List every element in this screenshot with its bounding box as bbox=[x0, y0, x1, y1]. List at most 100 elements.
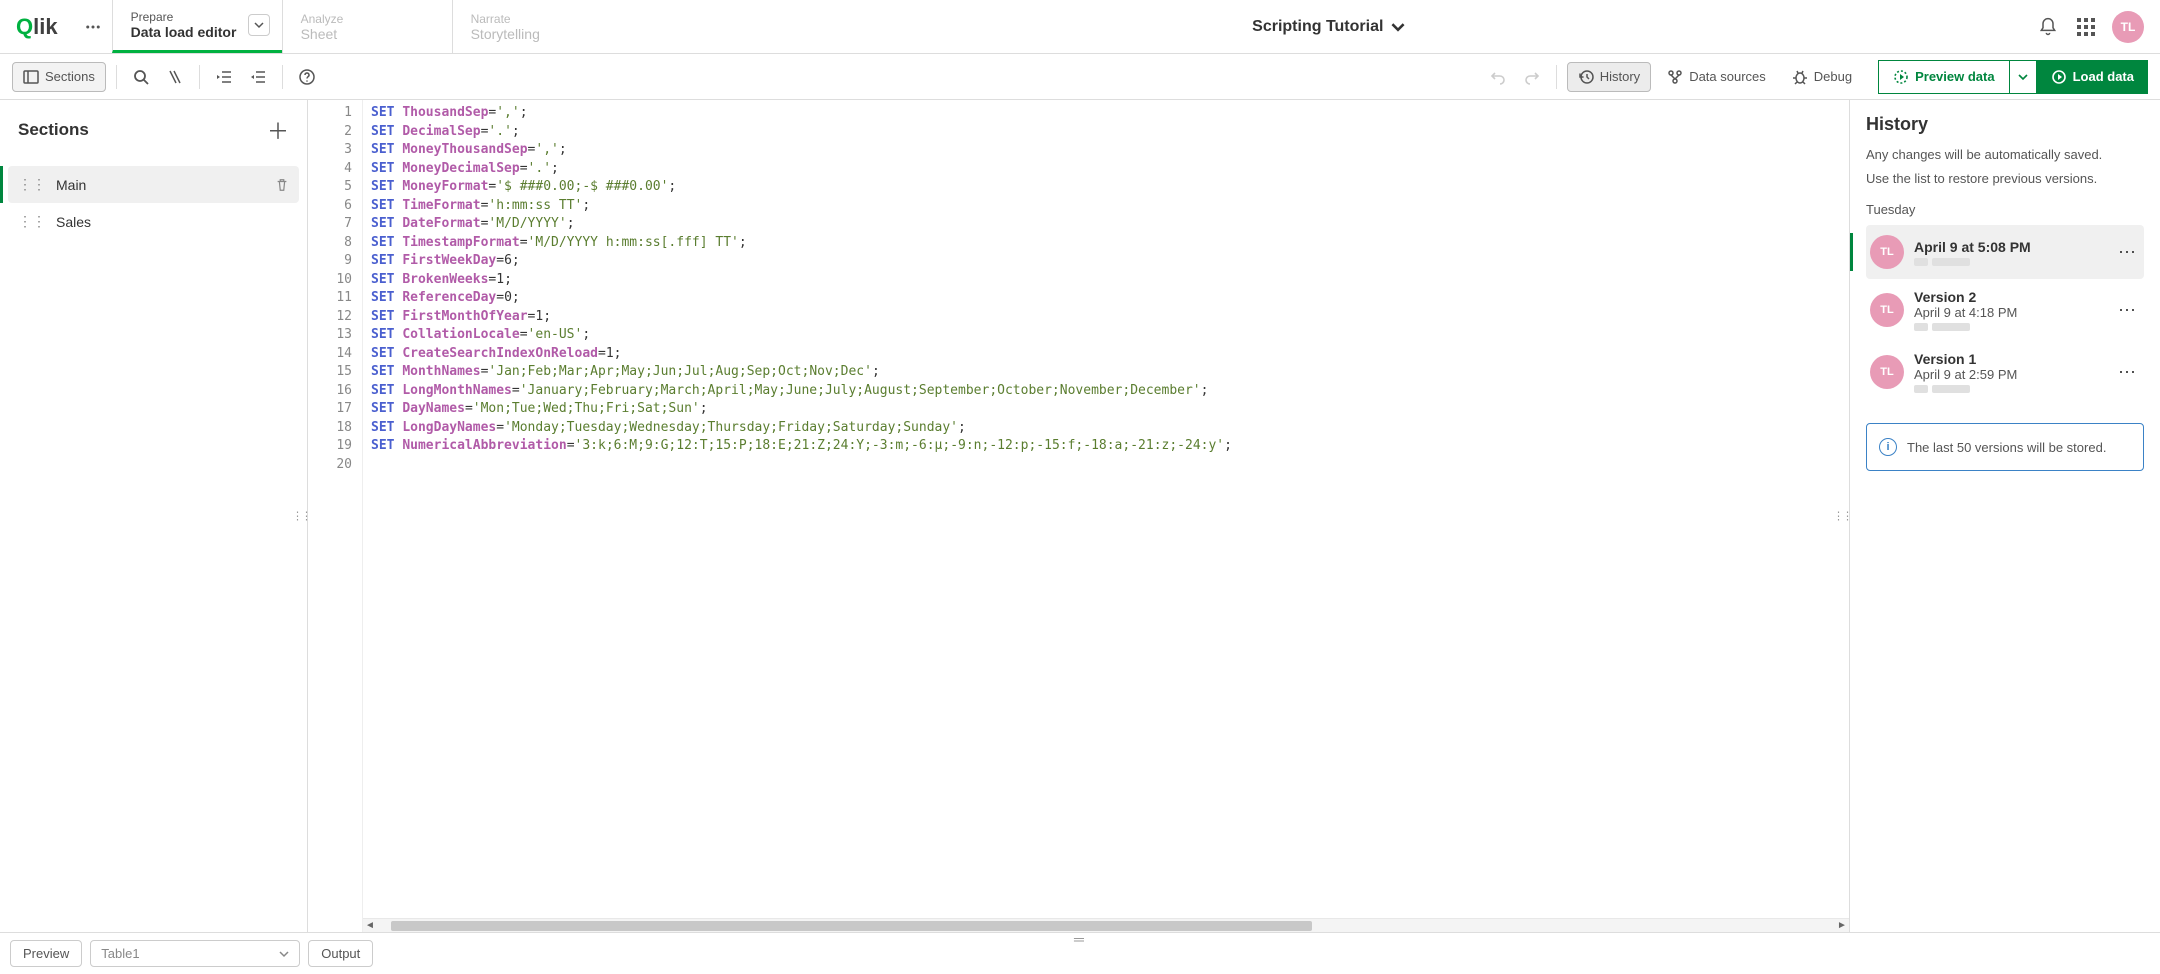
history-desc2: Use the list to restore previous version… bbox=[1866, 169, 2144, 189]
version-more-button[interactable]: ⋯ bbox=[2114, 242, 2140, 263]
undo-button[interactable] bbox=[1484, 63, 1512, 91]
load-data-label: Load data bbox=[2073, 69, 2134, 84]
scroll-right-icon[interactable]: ► bbox=[1835, 919, 1849, 933]
grip-icon[interactable]: ⋮⋮ bbox=[18, 176, 46, 193]
version-title: Version 2 bbox=[1914, 289, 2104, 305]
app-menu-button[interactable] bbox=[74, 0, 112, 53]
sections-toggle[interactable]: Sections bbox=[12, 62, 106, 92]
help-button[interactable] bbox=[293, 63, 321, 91]
app-launcher-button[interactable] bbox=[2074, 15, 2098, 39]
chevron-down-icon bbox=[1391, 20, 1405, 34]
version-time: April 9 at 4:18 PM bbox=[1914, 305, 2104, 320]
grid-icon bbox=[2077, 18, 2095, 36]
outdent-icon bbox=[250, 69, 266, 85]
nav-analyze-sub: Sheet bbox=[301, 26, 434, 42]
horizontal-scrollbar[interactable]: ◄ ► bbox=[363, 918, 1849, 932]
nav-prepare-label: Prepare bbox=[131, 10, 264, 24]
bottombar: ═ Preview Table1 Output bbox=[0, 932, 2160, 974]
version-title: April 9 at 5:08 PM bbox=[1914, 239, 2104, 255]
version-time: April 9 at 2:59 PM bbox=[1914, 367, 2104, 382]
chevron-down-icon bbox=[2018, 72, 2028, 82]
code-editor[interactable]: 1234567891011121314151617181920 SET Thou… bbox=[308, 100, 1850, 932]
resize-handle-horizontal[interactable]: ═ bbox=[1074, 931, 1086, 947]
preview-data-button[interactable]: Preview data bbox=[1878, 60, 2010, 94]
divider bbox=[199, 65, 200, 89]
grip-icon[interactable]: ⋮⋮ bbox=[18, 213, 46, 230]
avatar: TL bbox=[1870, 293, 1904, 327]
avatar: TL bbox=[1870, 355, 1904, 389]
indent-button[interactable] bbox=[210, 63, 238, 91]
resize-handle[interactable]: ⋮⋮ bbox=[1833, 510, 1850, 523]
version-item[interactable]: TL Version 1April 9 at 2:59 PM ⋯ bbox=[1866, 341, 2144, 403]
history-day: Tuesday bbox=[1866, 202, 2144, 217]
sidebar-title: Sections bbox=[18, 120, 89, 140]
redo-button[interactable] bbox=[1518, 63, 1546, 91]
main: Sections ＋ ⋮⋮ Main ⋮⋮ Sales ⋮⋮ 123456789101… bbox=[0, 100, 2160, 932]
version-more-button[interactable]: ⋯ bbox=[2114, 300, 2140, 321]
play-icon bbox=[2051, 69, 2067, 85]
user-avatar[interactable]: TL bbox=[2112, 11, 2144, 43]
app-title-text: Scripting Tutorial bbox=[1252, 18, 1383, 36]
version-item[interactable]: TL April 9 at 5:08 PM ⋯ bbox=[1866, 225, 2144, 279]
scroll-left-icon[interactable]: ◄ bbox=[363, 919, 377, 933]
history-info-text: The last 50 versions will be stored. bbox=[1907, 440, 2106, 455]
bug-icon bbox=[1792, 69, 1808, 85]
nav-prepare[interactable]: Prepare Data load editor bbox=[112, 0, 282, 53]
table-select-value: Table1 bbox=[101, 946, 139, 961]
topbar: Qlik Prepare Data load editor Analyze Sh… bbox=[0, 0, 2160, 54]
nav-analyze-label: Analyze bbox=[301, 12, 434, 26]
history-button[interactable]: History bbox=[1567, 62, 1651, 92]
nav-narrate-label: Narrate bbox=[471, 12, 604, 26]
comment-toggle-button[interactable] bbox=[161, 63, 189, 91]
app-title[interactable]: Scripting Tutorial bbox=[622, 0, 2036, 53]
version-title: Version 1 bbox=[1914, 351, 2104, 367]
section-item[interactable]: ⋮⋮ Sales bbox=[8, 203, 299, 240]
outdent-button[interactable] bbox=[244, 63, 272, 91]
scroll-thumb[interactable] bbox=[391, 921, 1312, 931]
load-data-button[interactable]: Load data bbox=[2037, 60, 2148, 94]
history-info-box: i The last 50 versions will be stored. bbox=[1866, 423, 2144, 471]
panel-icon bbox=[23, 69, 39, 85]
search-icon bbox=[133, 69, 149, 85]
redo-icon bbox=[1524, 69, 1540, 85]
table-select[interactable]: Table1 bbox=[90, 940, 300, 967]
add-section-button[interactable]: ＋ bbox=[267, 114, 289, 146]
info-icon: i bbox=[1879, 438, 1897, 456]
data-sources-button[interactable]: Data sources bbox=[1657, 63, 1776, 91]
sections-label: Sections bbox=[45, 69, 95, 84]
undo-icon bbox=[1490, 69, 1506, 85]
divider bbox=[282, 65, 283, 89]
avatar: TL bbox=[1870, 235, 1904, 269]
preview-data-chevron[interactable] bbox=[2010, 60, 2037, 94]
sections-sidebar: Sections ＋ ⋮⋮Main⋮⋮Sales ⋮⋮ bbox=[0, 100, 308, 932]
data-sources-label: Data sources bbox=[1689, 69, 1766, 84]
indent-icon bbox=[216, 69, 232, 85]
help-icon bbox=[299, 69, 315, 85]
chevron-down-icon bbox=[279, 949, 289, 959]
version-more-button[interactable]: ⋯ bbox=[2114, 362, 2140, 383]
history-title: History bbox=[1866, 114, 2144, 135]
logo: Qlik bbox=[0, 0, 74, 53]
output-tab-button[interactable]: Output bbox=[308, 940, 373, 967]
trash-icon[interactable] bbox=[275, 178, 289, 192]
toolbar: Sections History Data sources Debug Pre bbox=[0, 54, 2160, 100]
debug-button[interactable]: Debug bbox=[1782, 63, 1862, 91]
line-gutter: 1234567891011121314151617181920 bbox=[308, 100, 363, 932]
code-area[interactable]: SET ThousandSep=',';SET DecimalSep='.';S… bbox=[363, 100, 1849, 932]
nav-prepare-sub: Data load editor bbox=[131, 24, 264, 40]
nav-narrate[interactable]: Narrate Storytelling bbox=[452, 0, 622, 53]
divider bbox=[1556, 65, 1557, 89]
section-label: Sales bbox=[56, 214, 91, 230]
section-item[interactable]: ⋮⋮ Main bbox=[8, 166, 299, 203]
history-desc1: Any changes will be automatically saved. bbox=[1866, 145, 2144, 165]
nav-analyze[interactable]: Analyze Sheet bbox=[282, 0, 452, 53]
version-item[interactable]: TL Version 2April 9 at 4:18 PM ⋯ bbox=[1866, 279, 2144, 341]
chevron-down-icon[interactable] bbox=[248, 14, 270, 36]
search-button[interactable] bbox=[127, 63, 155, 91]
section-label: Main bbox=[56, 177, 86, 193]
divider bbox=[116, 65, 117, 89]
comment-icon bbox=[167, 69, 183, 85]
history-label: History bbox=[1600, 69, 1640, 84]
notifications-button[interactable] bbox=[2036, 15, 2060, 39]
preview-tab-button[interactable]: Preview bbox=[10, 940, 82, 967]
